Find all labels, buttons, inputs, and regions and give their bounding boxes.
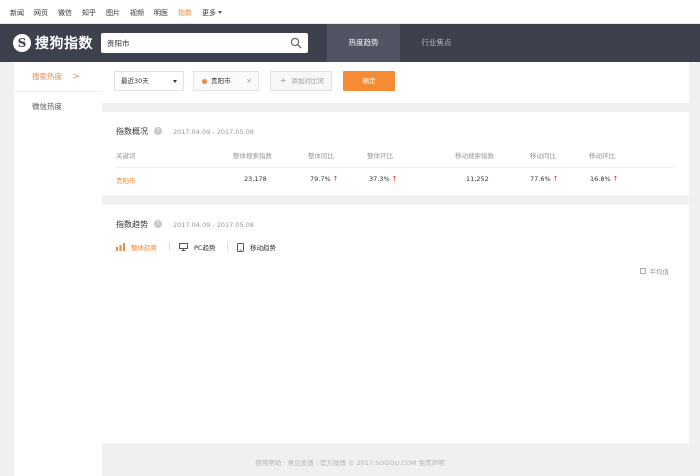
filter-bar: 最近30天 贵阳市 × + 添加对比词 确定 xyxy=(102,62,689,103)
monitor-icon xyxy=(179,243,188,251)
nav-more-label: 更多 xyxy=(202,9,216,17)
bar-chart-icon xyxy=(116,243,125,251)
overview-table-header: 关键词 整体搜索指数 整体同比 整体环比 移动搜索指数 移动同比 移动环比 xyxy=(116,150,674,164)
mobile-phone-icon xyxy=(237,242,244,252)
tab-label: 整体趋势 xyxy=(131,244,157,252)
nav-more-menu[interactable]: 更多 xyxy=(202,8,222,18)
nav-link-news[interactable]: 新闻 xyxy=(10,8,24,18)
logo-text: 搜狗指数 xyxy=(35,36,93,52)
mobile-mom-value: 16.8% xyxy=(590,175,611,183)
average-label: 平均值 xyxy=(649,268,670,276)
search-input[interactable] xyxy=(101,33,281,53)
column-header: 移动搜索指数 xyxy=(455,152,494,160)
search-box xyxy=(101,33,308,53)
average-checkbox[interactable] xyxy=(639,268,646,274)
total-mom-value: 37.3% xyxy=(369,175,390,183)
overview-title: 指数概况 xyxy=(116,127,148,136)
tab-pc-trend[interactable]: PC趋势 xyxy=(179,242,215,252)
keyword-tag-label: 贵阳市 xyxy=(211,77,231,85)
divider xyxy=(227,242,228,251)
arrow-up-icon: ↑ xyxy=(612,175,619,183)
nav-link-images[interactable]: 图片 xyxy=(106,8,120,18)
arrow-up-icon: ↑ xyxy=(332,175,339,183)
mobile-mom: 16.8% ↑ xyxy=(590,175,619,183)
keyword-link[interactable]: 贵阳市 xyxy=(116,175,136,185)
mobile-search-index: 11,252 xyxy=(466,175,489,183)
tab-label: PC趋势 xyxy=(194,244,216,252)
sidebar-item-search-heat[interactable]: 搜索热度 > xyxy=(14,62,102,92)
nav-link-index[interactable]: 指数 xyxy=(178,8,192,18)
close-icon[interactable]: × xyxy=(246,72,252,90)
nav-link-video[interactable]: 视频 xyxy=(130,8,144,18)
add-compare-button[interactable]: + 添加对比词 xyxy=(270,71,332,91)
arrow-up-icon: ↑ xyxy=(391,175,398,183)
column-header: 关键词 xyxy=(116,152,136,160)
period-select[interactable]: 最近30天 xyxy=(114,71,184,91)
trend-date-range: 2017.04.09 - 2017.05.08 xyxy=(173,221,254,229)
column-header: 整体搜索指数 xyxy=(233,152,272,160)
nav-link-mingyi[interactable]: 明医 xyxy=(154,8,168,18)
mobile-yoy: 77.6% ↑ xyxy=(530,175,559,183)
period-select-value: 最近30天 xyxy=(121,77,149,85)
table-row: 贵阳市 23,178 79.7% ↑ 37.3% ↑ 11,252 77.6% ↑ 1… xyxy=(116,167,674,189)
total-mom: 37.3% ↑ xyxy=(369,175,398,183)
help-icon[interactable]: ? xyxy=(154,127,162,135)
sogou-logo-icon: S xyxy=(13,34,31,52)
column-header: 移动环比 xyxy=(589,152,615,160)
sidebar-item-label: 微信热度 xyxy=(32,102,62,111)
add-compare-label: 添加对比词 xyxy=(291,77,324,85)
top-nav: 新闻 网页 微信 知乎 图片 视频 明医 指数 更多 xyxy=(0,0,700,24)
help-icon[interactable]: ? xyxy=(154,220,162,228)
sogou-index-logo[interactable]: S 搜狗指数 xyxy=(13,33,93,53)
tab-industry-focus[interactable]: 行业焦点 xyxy=(400,24,473,62)
sidebar-item-label: 搜索热度 xyxy=(32,72,62,81)
tab-label: 移动趋势 xyxy=(250,244,276,252)
mobile-yoy-value: 77.6% xyxy=(530,175,551,183)
keyword-tag: 贵阳市 × xyxy=(193,71,259,91)
footer-links[interactable]: 使用帮助 · 意见反馈 · 官方微博 © 2017 SOGOU.COM 免责声明 xyxy=(0,457,700,467)
caret-down-icon xyxy=(173,80,177,83)
nav-link-web[interactable]: 网页 xyxy=(34,8,48,18)
nav-link-zhihu[interactable]: 知乎 xyxy=(82,8,96,18)
tab-heat-trend[interactable]: 热度趋势 xyxy=(327,24,400,62)
confirm-button[interactable]: 确定 xyxy=(343,71,395,91)
header-bar: S 搜狗指数 热度趋势 行业焦点 xyxy=(0,24,700,62)
plus-icon: + xyxy=(280,76,287,85)
index-trend-panel: 指数趋势 ? 2017.04.09 - 2017.05.08 整体趋势 PC趋势… xyxy=(102,205,689,443)
index-overview-panel: 指数概况 ? 2017.04.09 - 2017.05.08 关键词 整体搜索指… xyxy=(102,112,689,195)
overview-date-range: 2017.04.09 - 2017.05.08 xyxy=(173,128,254,136)
average-toggle[interactable]: 平均值 xyxy=(639,266,670,276)
divider xyxy=(169,242,170,251)
sidebar-item-wechat-heat[interactable]: 微信热度 xyxy=(14,92,102,122)
search-icon[interactable] xyxy=(290,37,302,49)
total-yoy: 79.7% ↑ xyxy=(310,175,339,183)
chevron-right-icon: > xyxy=(72,72,80,82)
tab-mobile-trend[interactable]: 移动趋势 xyxy=(237,242,276,252)
trend-title: 指数趋势 xyxy=(116,220,148,229)
arrow-up-icon: ↑ xyxy=(552,175,559,183)
caret-down-icon xyxy=(218,11,222,14)
column-header: 移动同比 xyxy=(530,152,556,160)
total-search-index: 23,178 xyxy=(244,175,267,183)
column-header: 整体环比 xyxy=(367,152,393,160)
tab-overall-trend[interactable]: 整体趋势 xyxy=(116,242,157,252)
sidebar: 搜索热度 > 微信热度 xyxy=(14,62,102,476)
total-yoy-value: 79.7% xyxy=(310,175,331,183)
nav-link-wechat[interactable]: 微信 xyxy=(58,8,72,18)
column-header: 整体同比 xyxy=(308,152,334,160)
series-dot-icon xyxy=(202,79,207,84)
